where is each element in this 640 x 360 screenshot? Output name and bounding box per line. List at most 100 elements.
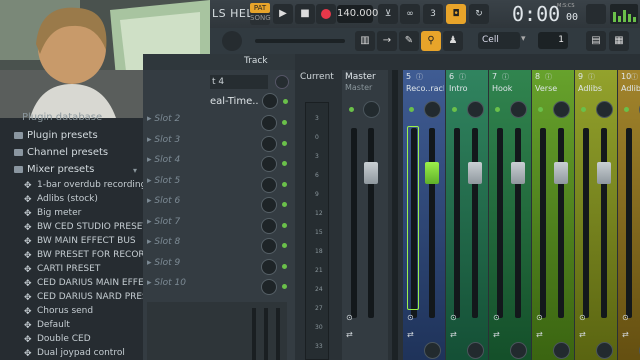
master-pitch-slider[interactable]: [255, 39, 345, 43]
preset-item[interactable]: ✥ Default: [24, 320, 70, 331]
slot-mix-knob[interactable]: [261, 136, 277, 152]
preset-item[interactable]: ✥ Big meter: [24, 208, 81, 219]
fx-slot[interactable]: ▸ Slot 6: [147, 196, 287, 214]
route-icon[interactable]: ⊙: [536, 313, 543, 322]
browser-category[interactable]: Plugin presets: [14, 130, 98, 141]
fx-slot[interactable]: ▸ Slot 8: [147, 237, 287, 255]
slot-enable-led[interactable]: [282, 243, 287, 248]
track-select[interactable]: t 4: [210, 75, 268, 89]
record-button[interactable]: [316, 4, 336, 24]
slot-enable-led[interactable]: [282, 223, 287, 228]
slot-enable-led[interactable]: [282, 264, 287, 269]
song-label[interactable]: SONG: [250, 13, 271, 23]
route-icon[interactable]: ⊙: [346, 313, 353, 322]
snap-mode-select[interactable]: Cell: [478, 32, 520, 49]
slot-enable-led[interactable]: [282, 141, 287, 146]
route-icon[interactable]: ⊙: [450, 313, 457, 322]
insert-pan-knob[interactable]: [553, 101, 570, 118]
route-icon[interactable]: ⊙: [407, 313, 414, 322]
wait-icon[interactable]: ∞: [400, 4, 420, 24]
slot-enable-led[interactable]: [282, 284, 287, 289]
send-knob[interactable]: [553, 342, 570, 359]
insert-pan-knob[interactable]: [596, 101, 613, 118]
step-stepper[interactable]: 1: [538, 32, 568, 49]
fx-slot[interactable]: ▸ Slot 2: [147, 114, 287, 132]
preset-item[interactable]: ✥ Dual joypad control: [24, 348, 125, 359]
master-volume-knob[interactable]: [222, 31, 242, 51]
preset-item[interactable]: ✥ Double CED: [24, 334, 91, 345]
metronome-icon[interactable]: ⊻: [378, 4, 398, 24]
send-knob[interactable]: [596, 342, 613, 359]
preset-item[interactable]: ✥ 1-bar overdub recording: [24, 180, 146, 191]
slot-mix-knob[interactable]: [261, 177, 277, 193]
chevron-down-icon[interactable]: ▾: [521, 34, 526, 44]
insert-pan-knob[interactable]: [467, 101, 484, 118]
fx-slot[interactable]: ▸ Slot 4: [147, 155, 287, 173]
fx-panel-settings-icon[interactable]: [275, 75, 289, 89]
insert-volume-fader[interactable]: [468, 162, 482, 184]
insert-enable-led[interactable]: [581, 107, 586, 112]
send-knob[interactable]: [510, 342, 527, 359]
insert-volume-fader[interactable]: [597, 162, 611, 184]
pat-song-toggle[interactable]: PAT SONG: [250, 3, 271, 25]
channel-rack-icon[interactable]: ▦: [609, 31, 629, 51]
preset-item[interactable]: ✥ Chorus send: [24, 306, 93, 317]
collapse-icon[interactable]: ▾: [133, 166, 137, 175]
fx-slot[interactable]: ▸ Slot 9: [147, 258, 287, 276]
preset-item[interactable]: ✥ Adlibs (stock): [24, 194, 98, 205]
swap-icon[interactable]: ⇄: [579, 330, 586, 339]
browser-category[interactable]: Channel presets: [14, 147, 108, 158]
slot-enable-led[interactable]: [282, 161, 287, 166]
grid-icon[interactable]: [586, 4, 606, 24]
insert-enable-led[interactable]: [409, 107, 414, 112]
swap-icon[interactable]: ⇄: [407, 330, 414, 339]
swap-icon[interactable]: ⇄: [536, 330, 543, 339]
slot-mix-knob[interactable]: [261, 156, 277, 172]
pencil-icon[interactable]: ✎: [399, 31, 419, 51]
route-icon[interactable]: ⊙: [579, 313, 586, 322]
slot-mix-knob[interactable]: [261, 218, 277, 234]
stamp-icon[interactable]: ♟: [443, 31, 463, 51]
recording-filter-icon[interactable]: ◘: [446, 4, 466, 24]
insert-volume-fader[interactable]: [511, 162, 525, 184]
insert-pan-knob[interactable]: [510, 101, 527, 118]
tempo-display[interactable]: 140.000: [337, 5, 378, 23]
swap-icon[interactable]: ⇄: [622, 330, 629, 339]
slot-enable-led[interactable]: [282, 182, 287, 187]
swap-icon[interactable]: ⇄: [493, 330, 500, 339]
slot-mix-knob[interactable]: [261, 115, 277, 131]
insert-enable-led[interactable]: [452, 107, 457, 112]
insert-pan-knob[interactable]: [424, 101, 441, 118]
browser-category[interactable]: Plugin database: [22, 112, 102, 123]
piano-icon[interactable]: ▥: [355, 31, 375, 51]
fx-slot[interactable]: ▸ Slot 5: [147, 176, 287, 194]
countdown-icon[interactable]: 3: [423, 4, 443, 24]
fx-slot[interactable]: ▸ Slot 3: [147, 135, 287, 153]
loop-record-icon[interactable]: ↻: [469, 4, 489, 24]
browser-category[interactable]: Mixer presets: [14, 164, 94, 175]
fx-slot[interactable]: ▸ Slot 10: [147, 278, 287, 296]
slot-mix-knob[interactable]: [262, 93, 278, 109]
route-icon[interactable]: ⊙: [493, 313, 500, 322]
preset-item[interactable]: ✥ CARTI PRESET: [24, 264, 100, 275]
slot-enable-led[interactable]: [282, 202, 287, 207]
play-button[interactable]: ▶: [273, 4, 293, 24]
fx-slot-1[interactable]: eal-Time..: [210, 96, 259, 107]
master-volume-fader[interactable]: [364, 162, 378, 184]
insert-volume-fader[interactable]: [554, 162, 568, 184]
master-pan-knob[interactable]: [363, 101, 380, 118]
fx-slot[interactable]: ▸ Slot 7: [147, 217, 287, 235]
swap-icon[interactable]: ⇄: [346, 330, 353, 339]
swap-icon[interactable]: ⇄: [450, 330, 457, 339]
eq-band-slider[interactable]: [276, 308, 280, 360]
slot-mix-knob[interactable]: [261, 259, 277, 275]
send-knob[interactable]: [424, 342, 441, 359]
insert-volume-fader[interactable]: [425, 162, 439, 184]
route-icon[interactable]: ⊙: [622, 313, 629, 322]
pat-label[interactable]: PAT: [250, 3, 270, 13]
slot-mix-knob[interactable]: [261, 279, 277, 295]
slot-enable-led[interactable]: [283, 99, 288, 104]
stop-button[interactable]: ■: [295, 4, 315, 24]
browser-icon[interactable]: ▤: [586, 31, 606, 51]
preset-item[interactable]: ✥ BW MAIN EFFECT BUS: [24, 236, 136, 247]
